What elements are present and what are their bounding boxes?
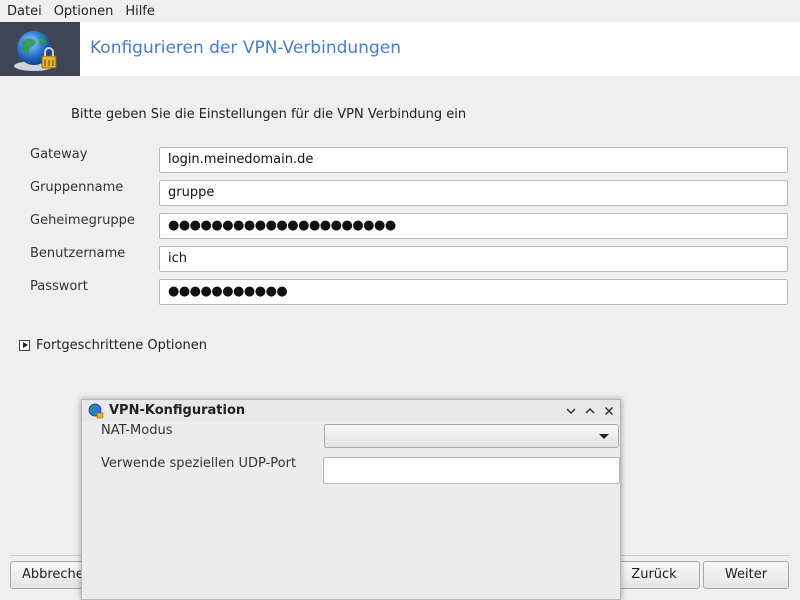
advanced-options-expander[interactable]: Fortgeschrittene Optionen xyxy=(19,338,207,353)
menubar: Datei Optionen Hilfe xyxy=(0,0,800,22)
minimize-icon[interactable] xyxy=(563,403,579,419)
group-secret-input[interactable]: ●●●●●●●●●●●●●●●●●●●●● xyxy=(159,213,788,239)
maximize-icon[interactable] xyxy=(582,403,598,419)
next-button[interactable]: Weiter xyxy=(703,561,789,589)
password-input[interactable]: ●●●●●●●●●●● xyxy=(159,279,788,305)
menu-hilfe[interactable]: Hilfe xyxy=(119,4,161,19)
close-icon[interactable] xyxy=(601,403,617,419)
nat-mode-select[interactable] xyxy=(324,424,619,448)
vpn-config-dialog: VPN-Konfiguration NAT-Modus Verwende spe… xyxy=(81,399,621,600)
username-label: Benutzername xyxy=(30,246,126,261)
password-label: Passwort xyxy=(30,279,88,294)
globe-icon xyxy=(88,403,104,419)
dialog-title: VPN-Konfiguration xyxy=(109,403,246,418)
page-title: Konfigurieren der VPN-Verbindungen xyxy=(90,38,401,58)
username-input[interactable]: ich xyxy=(159,246,788,272)
header-banner: Konfigurieren der VPN-Verbindungen xyxy=(0,22,800,76)
groupname-input[interactable]: gruppe xyxy=(159,180,788,206)
dropdown-arrow-icon xyxy=(599,434,609,439)
nat-mode-label: NAT-Modus xyxy=(101,423,173,438)
menu-datei[interactable]: Datei xyxy=(0,4,48,19)
groupname-label: Gruppenname xyxy=(30,180,124,195)
dialog-titlebar[interactable]: VPN-Konfiguration xyxy=(82,400,620,422)
expand-arrow-icon[interactable] xyxy=(19,340,30,351)
back-button[interactable]: Zurück xyxy=(608,561,700,589)
group-secret-label: Geheimegruppe xyxy=(30,213,135,228)
gateway-label: Gateway xyxy=(30,147,88,162)
intro-text: Bitte geben Sie die Einstellungen für di… xyxy=(71,107,467,122)
menu-optionen[interactable]: Optionen xyxy=(48,4,120,19)
udp-port-input[interactable] xyxy=(323,457,620,484)
gateway-input[interactable]: login.meinedomain.de xyxy=(159,147,788,173)
udp-port-label: Verwende speziellen UDP-Port xyxy=(101,456,297,471)
globe-lock-icon xyxy=(0,22,80,76)
advanced-options-label: Fortgeschrittene Optionen xyxy=(36,338,207,353)
